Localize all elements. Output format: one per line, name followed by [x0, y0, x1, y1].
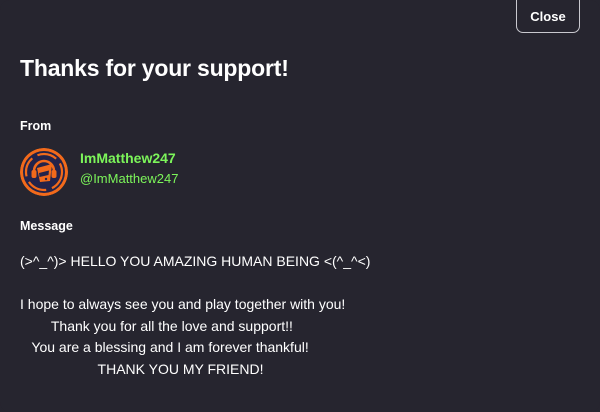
message-label: Message: [20, 219, 73, 233]
close-button[interactable]: Close: [516, 0, 580, 33]
message-body: (>^_^)> HELLO YOU AMAZING HUMAN BEING <(…: [20, 253, 371, 377]
support-modal: Close Thanks for your support! From ImMa…: [0, 0, 600, 412]
sender-handle[interactable]: @ImMatthew247: [80, 171, 178, 186]
modal-title: Thanks for your support!: [20, 55, 289, 81]
from-label: From: [20, 119, 52, 133]
avatar-icon: [20, 148, 68, 196]
sender-name[interactable]: ImMatthew247: [80, 150, 176, 166]
avatar: [20, 148, 68, 196]
